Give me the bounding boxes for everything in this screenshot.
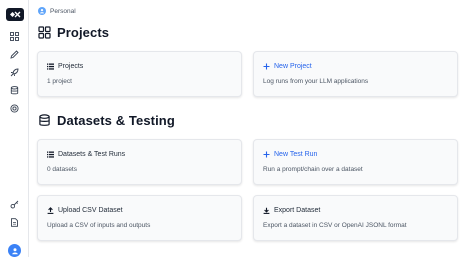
database-icon — [10, 86, 19, 95]
sidebar-item-deployments[interactable] — [7, 65, 22, 80]
new-project-description: Log runs from your LLM applications — [263, 78, 369, 85]
logo[interactable] — [6, 8, 24, 21]
workspace-avatar — [38, 7, 46, 15]
export-dataset-label: Export Dataset — [274, 207, 321, 214]
new-test-run-label: New Test Run — [274, 151, 318, 158]
upload-icon — [47, 207, 54, 214]
user-icon — [39, 8, 45, 14]
datasets-card[interactable]: Datasets & Test Runs 0 datasets — [37, 139, 242, 185]
key-icon — [10, 200, 19, 209]
datasets-card-count: 0 datasets — [47, 166, 77, 173]
sidebar-item-datasets[interactable] — [7, 83, 22, 98]
upload-csv-description: Upload a CSV of inputs and outputs — [47, 222, 151, 229]
datasets-card-label: Datasets & Test Runs — [58, 151, 126, 158]
user-avatar-icon — [11, 247, 18, 254]
grid-icon — [10, 32, 19, 41]
breadcrumb[interactable]: Personal — [38, 6, 76, 16]
new-project-label: New Project — [274, 63, 312, 70]
list-icon — [47, 151, 54, 158]
sidebar-item-home[interactable] — [7, 29, 22, 44]
new-project-card-header: New Project — [263, 63, 312, 70]
sidebar-item-docs[interactable] — [7, 215, 22, 230]
export-dataset-card[interactable]: Export Dataset Export a dataset in CSV o… — [253, 195, 458, 241]
projects-card-label: Projects — [58, 63, 84, 70]
projects-card-count: 1 project — [47, 78, 72, 85]
logo-icon — [10, 11, 21, 18]
plus-icon — [263, 151, 270, 158]
workspace-name: Personal — [50, 7, 76, 15]
export-dataset-card-header: Export Dataset — [263, 207, 320, 214]
user-avatar[interactable] — [8, 244, 21, 257]
app: Personal Projects Projects 1 project New… — [0, 0, 474, 257]
new-test-run-card[interactable]: New Test Run Run a prompt/chain over a d… — [253, 139, 458, 185]
grid-icon — [38, 26, 51, 39]
new-project-card[interactable]: New Project Log runs from your LLM appli… — [253, 51, 458, 97]
rocket-icon — [10, 68, 19, 77]
plus-icon — [263, 63, 270, 70]
projects-heading: Projects — [38, 25, 109, 40]
datasets-card-header: Datasets & Test Runs — [47, 151, 125, 158]
projects-title: Projects — [57, 25, 110, 40]
sidebar — [0, 0, 29, 257]
export-dataset-description: Export a dataset in CSV or OpenAI JSONL … — [263, 222, 407, 229]
download-icon — [263, 207, 270, 214]
sidebar-item-api-keys[interactable] — [7, 197, 22, 212]
pencil-icon — [10, 50, 19, 59]
sidebar-item-annotations[interactable] — [7, 101, 22, 116]
database-icon — [39, 114, 50, 126]
upload-csv-label: Upload CSV Dataset — [58, 207, 123, 214]
new-test-run-card-header: New Test Run — [263, 151, 317, 158]
sidebar-item-playground[interactable] — [7, 47, 22, 62]
projects-card[interactable]: Projects 1 project — [37, 51, 242, 97]
target-icon — [10, 104, 19, 113]
list-icon — [47, 63, 54, 70]
upload-csv-card-header: Upload CSV Dataset — [47, 207, 123, 214]
datasets-title: Datasets & Testing — [57, 113, 175, 128]
projects-card-header: Projects — [47, 63, 83, 70]
datasets-heading: Datasets & Testing — [38, 113, 175, 128]
new-test-run-description: Run a prompt/chain over a dataset — [263, 166, 363, 173]
document-icon — [11, 218, 18, 227]
upload-csv-card[interactable]: Upload CSV Dataset Upload a CSV of input… — [37, 195, 242, 241]
